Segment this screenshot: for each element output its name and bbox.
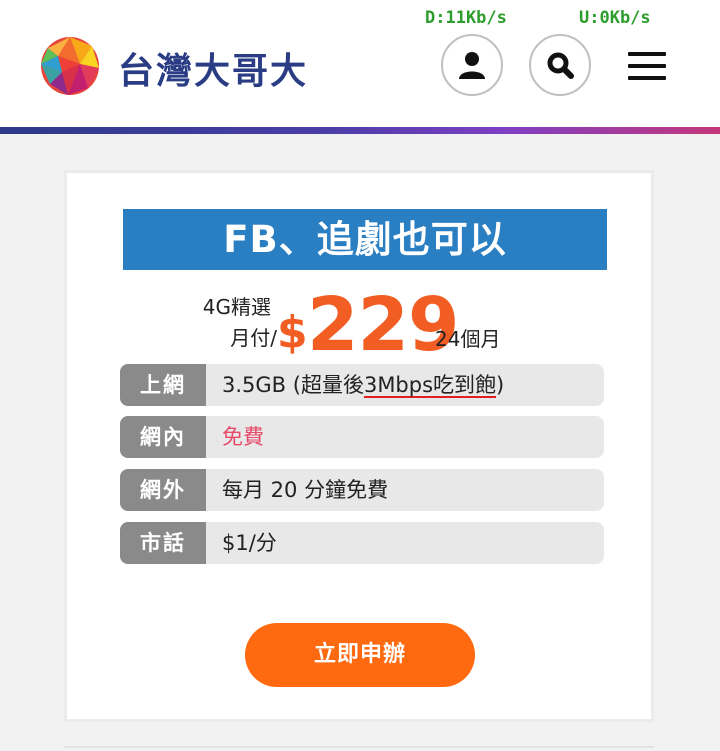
section-divider	[64, 746, 654, 748]
header-gradient-divider	[0, 127, 720, 134]
hamburger-menu-icon[interactable]	[628, 52, 668, 80]
brand-name[interactable]: 台灣大哥大	[118, 42, 308, 94]
feature-row-landline: 市話 $1/分	[120, 522, 604, 564]
feature-label: 市話	[120, 522, 206, 564]
feature-row-onnet: 網內 免費	[120, 416, 604, 458]
feature-value: 3.5GB (超量後3Mbps吃到飽)	[222, 373, 505, 397]
feature-label: 上網	[120, 364, 206, 406]
price-row: 4G精選 月付/ $ 229 24個月	[67, 285, 651, 365]
logo-icon[interactable]	[40, 36, 100, 96]
download-speed: D:11Kb/s	[425, 8, 507, 28]
contract-term: 24個月	[435, 327, 501, 351]
feature-value: 每月 20 分鐘免費	[222, 478, 389, 502]
search-icon	[547, 52, 574, 79]
feature-label: 網內	[120, 416, 206, 458]
feature-row-data: 上網 3.5GB (超量後3Mbps吃到飽)	[120, 364, 604, 406]
feature-value: $1/分	[222, 531, 277, 555]
upload-speed: U:0Kb/s	[579, 8, 651, 28]
payment-label: 月付/	[230, 326, 277, 350]
plan-title: FB、追劇也可以	[123, 209, 607, 270]
network-speed-indicator: D:11Kb/s U:0Kb/s	[0, 6, 720, 30]
feature-value: 免費	[222, 425, 264, 449]
feature-label: 網外	[120, 469, 206, 511]
currency-symbol: $	[277, 307, 308, 358]
apply-now-button[interactable]: 立即申辦	[245, 623, 475, 687]
user-icon	[459, 52, 485, 79]
plan-type: 4G精選	[202, 295, 271, 319]
plan-card: FB、追劇也可以 4G精選 月付/ $ 229 24個月 上網 3.5GB (超…	[64, 170, 654, 722]
feature-row-offnet: 網外 每月 20 分鐘免費	[120, 469, 604, 511]
search-button[interactable]	[529, 34, 591, 96]
account-button[interactable]	[441, 34, 503, 96]
